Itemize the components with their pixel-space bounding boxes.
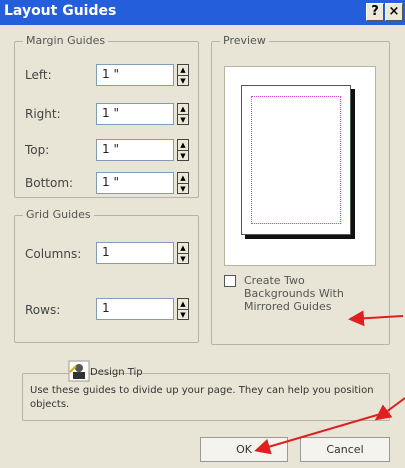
mirrored-line-3: Mirrored Guides [244,300,332,313]
spin-up-icon[interactable]: ▲ [178,104,188,114]
preview-margin-guides [251,96,341,224]
design-tip-title: Design Tip [90,367,143,378]
grid-guides-legend: Grid Guides [23,208,94,221]
right-label: Right: [25,107,61,121]
spin-up-icon[interactable]: ▲ [178,299,188,309]
right-margin-spinner[interactable]: ▲ ▼ [177,103,189,125]
spin-up-icon[interactable]: ▲ [178,243,188,253]
spin-down-icon[interactable]: ▼ [178,183,188,193]
spin-up-icon[interactable]: ▲ [178,65,188,75]
columns-spinner[interactable]: ▲ ▼ [177,242,189,264]
preview-legend: Preview [220,34,269,47]
dialog-title: Layout Guides [4,3,117,19]
rows-spinner[interactable]: ▲ ▼ [177,298,189,320]
design-tip-icon [68,360,90,382]
spin-down-icon[interactable]: ▼ [178,309,188,319]
top-label: Top: [25,143,50,157]
left-margin-input[interactable]: 1 " [96,64,174,86]
right-margin-input[interactable]: 1 " [96,103,174,125]
spin-up-icon[interactable]: ▲ [178,140,188,150]
top-margin-input[interactable]: 1 " [96,139,174,161]
design-tip-text: Use these guides to divide up your page.… [30,385,374,410]
bottom-margin-input[interactable]: 1 " [96,172,174,194]
columns-input[interactable]: 1 [96,242,174,264]
left-label: Left: [25,68,52,82]
rows-input[interactable]: 1 [96,298,174,320]
bottom-label: Bottom: [25,176,74,190]
spin-down-icon[interactable]: ▼ [178,150,188,160]
mirrored-line-1: Create Two [244,274,305,287]
mirrored-guides-label[interactable]: Create Two Backgrounds With Mirrored Gui… [244,274,394,313]
spin-up-icon[interactable]: ▲ [178,173,188,183]
spin-down-icon[interactable]: ▼ [178,75,188,85]
title-bar[interactable]: Layout Guides ? × [0,0,405,25]
cancel-button[interactable]: Cancel [300,437,390,462]
mirrored-guides-checkbox[interactable] [224,275,236,287]
rows-label: Rows: [25,303,61,317]
preview-area [224,66,376,266]
mirrored-line-2: Backgrounds With [244,287,344,300]
layout-guides-dialog: Layout Guides ? × Margin Guides Left: 1 … [0,0,405,468]
preview-page [241,85,351,235]
spin-down-icon[interactable]: ▼ [178,253,188,263]
spin-down-icon[interactable]: ▼ [178,114,188,124]
columns-label: Columns: [25,247,82,261]
top-margin-spinner[interactable]: ▲ ▼ [177,139,189,161]
grid-guides-group: Grid Guides [14,208,199,343]
close-button[interactable]: × [385,3,403,21]
margin-guides-legend: Margin Guides [23,34,109,47]
help-button[interactable]: ? [366,3,384,21]
left-margin-spinner[interactable]: ▲ ▼ [177,64,189,86]
bottom-margin-spinner[interactable]: ▲ ▼ [177,172,189,194]
ok-button[interactable]: OK [200,437,288,462]
